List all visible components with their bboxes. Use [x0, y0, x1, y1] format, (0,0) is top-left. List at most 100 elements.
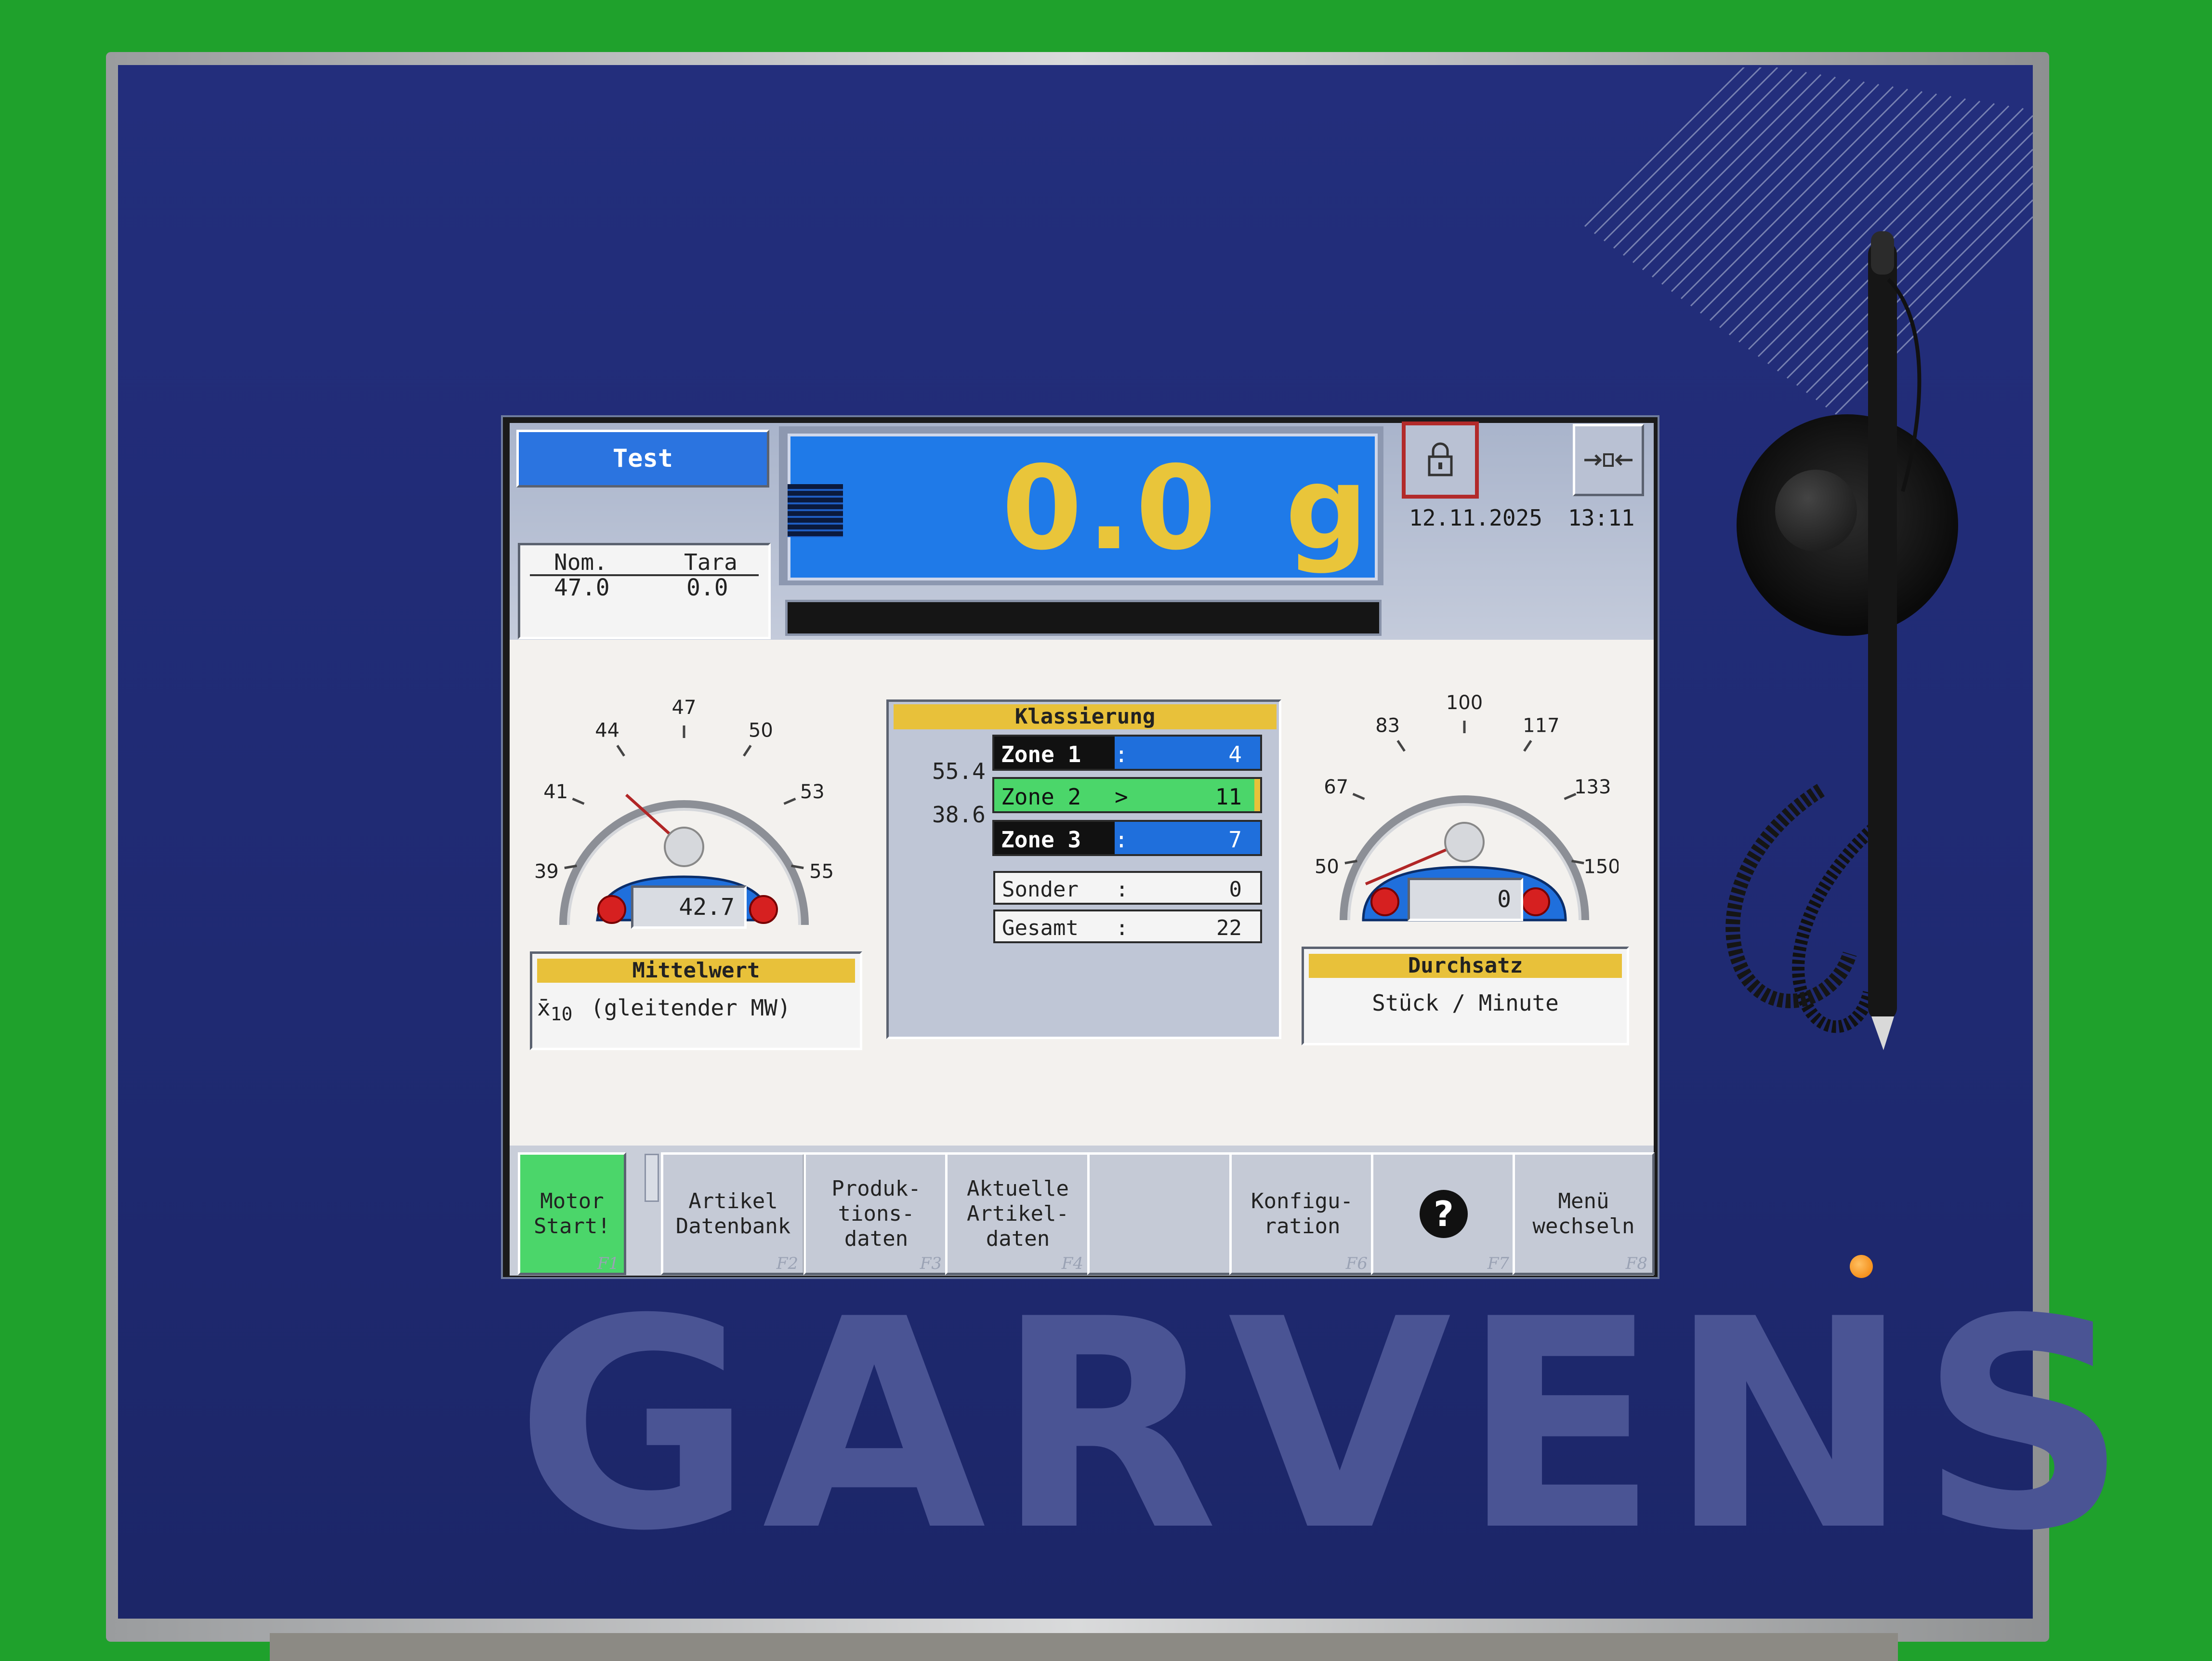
gauge-tick-label: 44	[595, 720, 619, 742]
gauge-tick-label: 41	[543, 781, 568, 803]
zone-label: Zone 2	[1001, 784, 1081, 810]
zone-row-3[interactable]: Zone 3 : 7	[992, 820, 1262, 856]
gauge-tick-label: 67	[1324, 776, 1348, 798]
mean-symbol: x̄	[537, 995, 551, 1021]
scroll-handle[interactable]	[645, 1154, 659, 1202]
zone-row-2[interactable]: Zone 2 > 11	[992, 777, 1262, 813]
weight-value: 0.0	[1001, 441, 1221, 576]
tare-label: Tara	[684, 549, 737, 575]
tally-separator: :	[1116, 877, 1129, 902]
mean-title: Mittelwert	[537, 959, 855, 983]
tally-label: Sonder	[1002, 877, 1079, 902]
tally-count: 22	[1216, 916, 1242, 940]
empty-function-button[interactable]	[1087, 1152, 1233, 1275]
gauge-lamp-left	[1370, 887, 1399, 916]
message-bar	[785, 600, 1382, 636]
tare-value: 0.0	[686, 574, 728, 601]
zone-count: 7	[1228, 827, 1242, 853]
tally-row-special: Sonder : 0	[993, 871, 1262, 905]
tally-label: Gesamt	[1002, 916, 1079, 940]
fkey-label: Konfigu- ration	[1251, 1188, 1353, 1239]
gauge-tick	[783, 797, 796, 805]
fkey-number: F1	[597, 1254, 619, 1273]
weight-unit: g	[1285, 441, 1373, 576]
gauge-tick	[1352, 792, 1365, 800]
gauge-tick	[1396, 740, 1406, 752]
gauge-tick	[1523, 740, 1532, 752]
gauge-tick-label: 133	[1574, 776, 1611, 798]
mean-index: 10	[550, 1003, 573, 1025]
terminal-stand	[270, 1633, 1898, 1661]
tally-separator: :	[1116, 916, 1129, 940]
production-data-button[interactable]: Produk- tions- daten F3	[803, 1152, 949, 1275]
product-name-button[interactable]: Test	[516, 430, 769, 488]
weight-readout: 0.0 g	[988, 436, 1373, 580]
zone-separator: :	[1115, 827, 1128, 853]
gauge-tick	[743, 745, 752, 757]
tally-row-total: Gesamt : 22	[993, 910, 1262, 943]
mean-subtitle: x̄10 (gleitender MW)	[537, 995, 855, 1025]
zone-separator: >	[1115, 784, 1128, 810]
date-readout: 12.11.2025	[1409, 505, 1542, 531]
fkey-number: F7	[1487, 1254, 1509, 1273]
current-article-data-button[interactable]: Aktuelle Artikel- daten F4	[945, 1152, 1091, 1275]
fkey-label: Menü wechseln	[1532, 1188, 1635, 1239]
tally-count: 0	[1229, 877, 1242, 902]
lock-button[interactable]	[1402, 422, 1479, 499]
gauge-tick-label: 150	[1583, 856, 1619, 878]
zone-separator: :	[1115, 741, 1128, 767]
article-database-button[interactable]: Artikel Datenbank F2	[661, 1152, 805, 1275]
stylus-icon[interactable]	[1676, 222, 1946, 1069]
gauge-tick-label: 50	[1315, 856, 1339, 878]
fkey-number: F4	[1061, 1254, 1083, 1273]
padlock-icon	[1428, 442, 1453, 476]
gauge-tick-label: 100	[1446, 692, 1483, 714]
nominal-label: Nom.	[554, 549, 607, 575]
lower-limit: 38.6	[932, 802, 986, 828]
gauge-tick-label: 50	[749, 720, 773, 742]
mean-panel: Mittelwert x̄10 (gleitender MW)	[530, 951, 862, 1050]
throughput-subtitle: Stück / Minute	[1372, 990, 1559, 1016]
time-readout: 13:11	[1568, 505, 1635, 531]
zero-button[interactable]	[1573, 424, 1644, 496]
fkey-label: Produk- tions- daten	[831, 1176, 921, 1251]
gauge-hub	[1444, 822, 1485, 862]
fkey-label: Artikel Datenbank	[675, 1188, 791, 1239]
garvens-logo: GARVENS	[515, 1257, 2138, 1594]
gauge-tick	[616, 745, 625, 757]
motor-start-button[interactable]: Motor Start! F1	[518, 1152, 626, 1275]
gauge-lamp-right	[749, 895, 778, 924]
fkey-number: F2	[776, 1254, 798, 1273]
fkey-number: F6	[1345, 1254, 1368, 1273]
mean-description: (gleitender MW)	[591, 995, 791, 1021]
gauge-tick-label: 83	[1375, 715, 1400, 737]
classification-title: Klassierung	[894, 704, 1277, 729]
fkey-number: F8	[1625, 1254, 1647, 1273]
zone-count: 4	[1228, 741, 1242, 767]
help-icon: ?	[1420, 1189, 1468, 1238]
zone-row-1[interactable]: Zone 1 : 4	[992, 735, 1262, 771]
gauge-tick-label: 53	[800, 781, 825, 803]
change-menu-button[interactable]: Menü wechseln F8	[1513, 1152, 1655, 1275]
fkey-label: Motor Start!	[534, 1188, 610, 1239]
gauge-tick-label: 117	[1523, 715, 1559, 737]
configuration-button[interactable]: Konfigu- ration F6	[1229, 1152, 1375, 1275]
nominal-tare-panel: Nom. Tara 47.0 0.0	[518, 543, 771, 639]
throughput-title: Durchsatz	[1309, 954, 1622, 978]
weight-level-indicator	[788, 484, 843, 537]
nominal-value: 47.0	[554, 574, 610, 601]
arrows-inward-icon	[1584, 453, 1633, 467]
mean-value-readout: 42.7	[631, 885, 747, 929]
status-led	[1850, 1255, 1873, 1278]
throughput-panel: Durchsatz Stück / Minute	[1302, 947, 1629, 1045]
fkey-label: Aktuelle Artikel- daten	[967, 1176, 1069, 1251]
fkey-number: F3	[920, 1254, 942, 1273]
zone-label: Zone 1	[1001, 741, 1081, 767]
help-button[interactable]: ? F7	[1371, 1152, 1516, 1275]
upper-limit: 55.4	[932, 758, 986, 784]
zone-label: Zone 3	[1001, 827, 1081, 853]
gauge-hub	[664, 827, 704, 867]
throughput-value-readout: 0	[1408, 878, 1523, 921]
gauge-lamp-left	[597, 895, 626, 924]
zone-count: 11	[1215, 784, 1242, 810]
